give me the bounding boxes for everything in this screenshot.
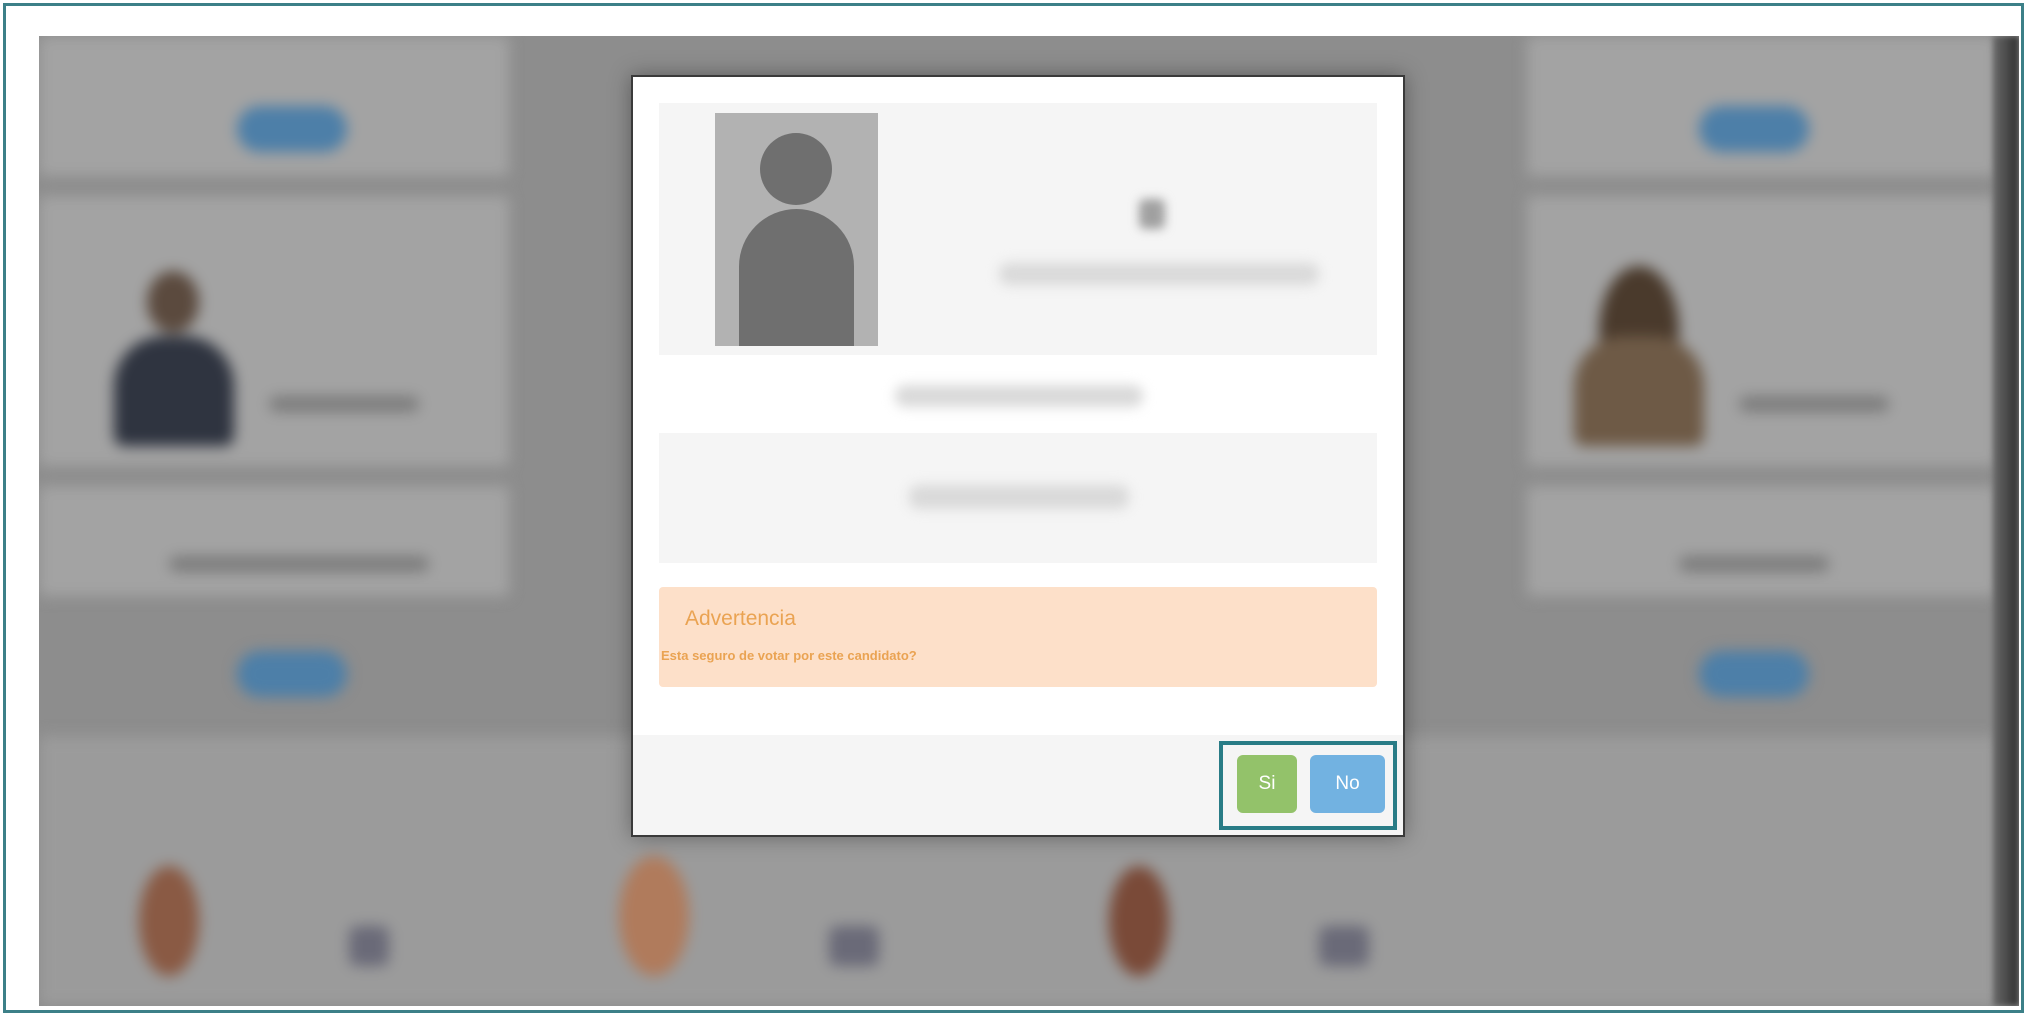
bg-photo-head [1109, 866, 1169, 976]
warning-alert: Advertencia Esta seguro de votar por est… [659, 587, 1377, 687]
candidate-info-panel [659, 103, 1377, 355]
bg-vote-button [237, 651, 347, 697]
bg-card [39, 196, 509, 466]
alert-message: Esta seguro de votar por este candidato? [661, 648, 917, 663]
modal-footer: Si No [633, 735, 1403, 835]
bg-photo-body [114, 336, 234, 446]
bg-text [1739, 396, 1889, 412]
bg-card [1527, 486, 1997, 596]
avatar-head-shape [760, 133, 832, 205]
bg-edge-shadow [1993, 36, 2019, 1006]
cancel-vote-button[interactable]: No [1310, 755, 1385, 813]
bg-vote-button [237, 106, 347, 152]
party-info-panel [659, 433, 1377, 563]
confirm-vote-button[interactable]: Si [1237, 755, 1297, 813]
bg-vote-button [1699, 651, 1809, 697]
bg-text [1319, 926, 1369, 966]
bg-text [169, 556, 429, 572]
candidate-subtitle-redacted [895, 385, 1143, 407]
bg-text [349, 926, 389, 966]
bg-card [39, 486, 509, 596]
bg-vote-button [1699, 106, 1809, 152]
bg-photo-body [1574, 336, 1704, 446]
screenshot-frame: Advertencia Esta seguro de votar por est… [3, 3, 2024, 1013]
alert-title: Advertencia [685, 607, 796, 630]
party-name-redacted [909, 485, 1129, 509]
bg-photo-head [139, 866, 199, 976]
bg-text [829, 926, 879, 966]
bg-photo-head [619, 856, 689, 976]
avatar-body-shape [739, 209, 854, 346]
user-silhouette-icon [715, 113, 878, 346]
bg-text [1679, 556, 1829, 572]
candidate-number-redacted [1139, 199, 1165, 229]
bg-photo-head [147, 271, 199, 333]
candidate-name-redacted [999, 263, 1319, 285]
bg-text [269, 396, 419, 412]
vote-confirmation-modal: Advertencia Esta seguro de votar por est… [631, 75, 1405, 837]
